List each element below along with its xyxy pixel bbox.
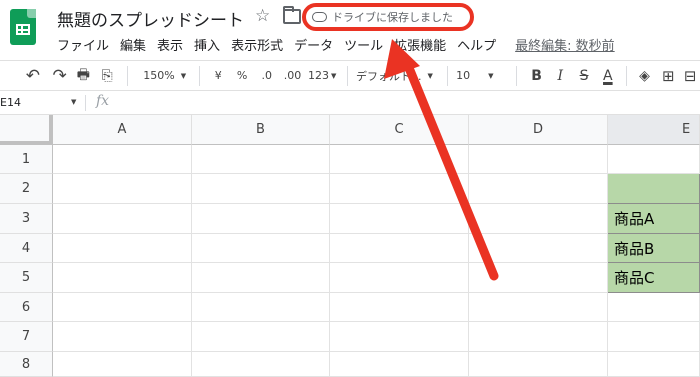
arrow-shaft <box>402 58 499 281</box>
annotation-arrow <box>384 39 499 281</box>
